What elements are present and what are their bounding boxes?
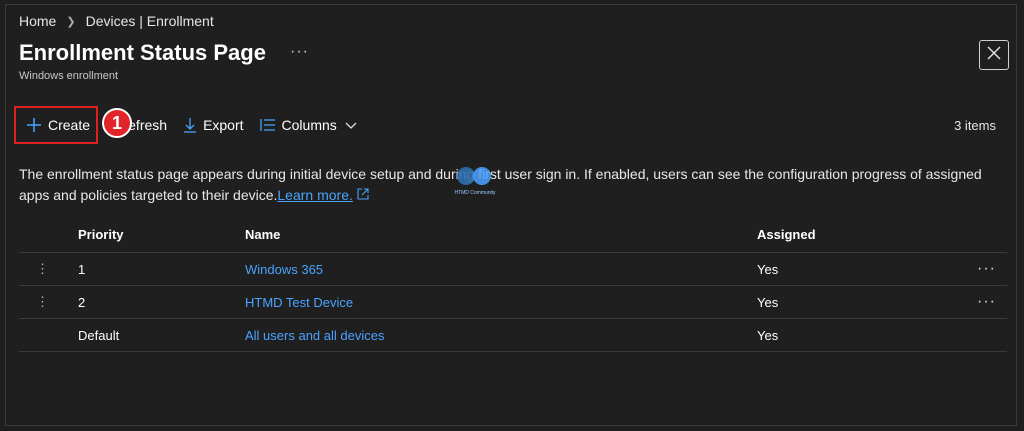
export-button[interactable]: Export	[183, 104, 244, 146]
header-assigned[interactable]: Assigned	[757, 227, 977, 242]
drag-handle-icon[interactable]: ⋮	[19, 294, 78, 310]
row-assigned: Yes	[757, 261, 779, 277]
more-options-icon[interactable]: ···	[290, 43, 309, 61]
external-link-icon[interactable]	[357, 187, 369, 203]
page-subtitle: Windows enrollment	[19, 70, 119, 82]
columns-label: Columns	[281, 117, 337, 133]
command-bar: Create Refresh Export Columns	[14, 104, 357, 146]
row-priority: Default	[78, 327, 120, 343]
row-priority: 1	[78, 261, 86, 277]
row-more-icon[interactable]: ···	[977, 293, 1007, 311]
row-more-icon[interactable]: ···	[977, 260, 1007, 278]
breadcrumb: Home ❯ Devices | Enrollment	[19, 13, 214, 29]
row-assigned: Yes	[757, 327, 779, 343]
table-header: Priority Name Assigned	[19, 216, 1007, 253]
breadcrumb-current[interactable]: Devices | Enrollment	[86, 13, 214, 29]
chevron-right-icon: ❯	[66, 15, 76, 28]
enrollment-status-table: Priority Name Assigned ⋮ 1 Windows 365 Y…	[19, 216, 1007, 352]
items-count: 3 items	[954, 118, 996, 133]
header-priority[interactable]: Priority	[78, 227, 245, 242]
create-label: Create	[48, 117, 91, 133]
columns-button[interactable]: Columns	[259, 104, 357, 146]
close-button[interactable]	[979, 40, 1009, 70]
watermark-text: HTMD Community	[454, 190, 496, 196]
columns-icon	[259, 118, 276, 132]
table-row[interactable]: Default All users and all devices Yes	[19, 319, 1007, 352]
header-name[interactable]: Name	[245, 227, 757, 242]
page-title: Enrollment Status Page	[19, 40, 266, 65]
breadcrumb-home[interactable]: Home	[19, 13, 56, 29]
step-badge: 1	[102, 108, 132, 138]
plus-icon	[26, 117, 42, 133]
row-name-link[interactable]: All users and all devices	[245, 328, 757, 343]
table-row[interactable]: ⋮ 2 HTMD Test Device Yes ···	[19, 286, 1007, 319]
description: The enrollment status page appears durin…	[19, 164, 1004, 206]
row-name-link[interactable]: Windows 365	[245, 262, 757, 277]
download-icon	[183, 117, 197, 133]
row-assigned: Yes	[757, 294, 779, 310]
export-label: Export	[203, 117, 244, 133]
row-priority: 2	[78, 294, 86, 310]
close-icon	[987, 46, 1001, 65]
drag-handle-icon[interactable]: ⋮	[19, 261, 78, 277]
watermark-logo: HTMD Community	[452, 163, 498, 197]
description-text: The enrollment status page appears durin…	[19, 166, 982, 203]
learn-more-link[interactable]: Learn more.	[277, 187, 352, 203]
table-row[interactable]: ⋮ 1 Windows 365 Yes ···	[19, 253, 1007, 286]
row-name-link[interactable]: HTMD Test Device	[245, 295, 757, 310]
create-button[interactable]: Create	[14, 106, 99, 144]
chevron-down-icon	[345, 117, 357, 133]
blade-frame	[5, 4, 1017, 426]
